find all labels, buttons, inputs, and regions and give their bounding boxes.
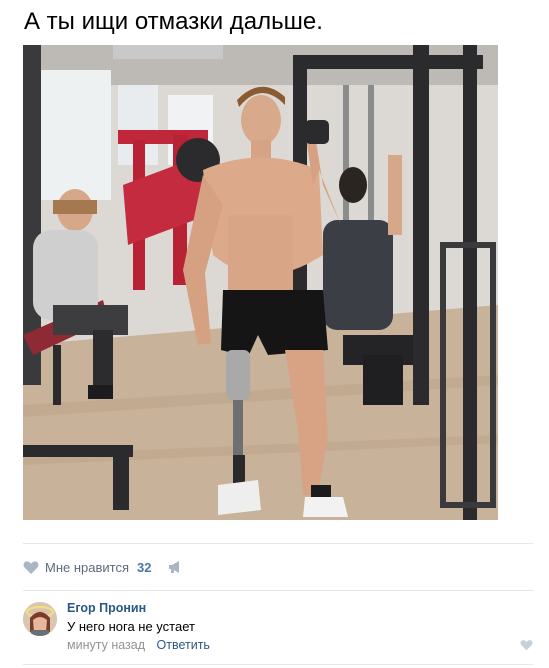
like-label: Мне нравится bbox=[45, 559, 130, 575]
comment-author[interactable]: Егор Пронин bbox=[67, 601, 146, 615]
comment-meta: минуту назад Ответить bbox=[67, 638, 210, 652]
comment-time[interactable]: минуту назад bbox=[67, 638, 145, 652]
post-photo[interactable] bbox=[23, 45, 498, 520]
post-title: А ты ищи отмазки дальше. bbox=[24, 8, 323, 35]
reply-button[interactable]: Ответить bbox=[157, 638, 210, 652]
divider-top bbox=[23, 543, 533, 544]
post-actions: Мне нравится 32 bbox=[23, 557, 185, 577]
like-button[interactable]: Мне нравится 32 bbox=[23, 560, 151, 575]
divider-end bbox=[23, 664, 533, 665]
comment-item: Егор Пронин У него нога не устает минуту… bbox=[23, 598, 533, 658]
like-count: 32 bbox=[137, 559, 152, 575]
heart-icon bbox=[23, 560, 39, 575]
divider-bottom bbox=[23, 590, 533, 591]
megaphone-icon[interactable] bbox=[167, 559, 185, 575]
gym-photo-illustration bbox=[23, 45, 498, 520]
comment-text: У него нога не устает bbox=[67, 619, 195, 634]
avatar[interactable] bbox=[23, 602, 57, 636]
comment-heart-icon[interactable] bbox=[520, 638, 533, 651]
